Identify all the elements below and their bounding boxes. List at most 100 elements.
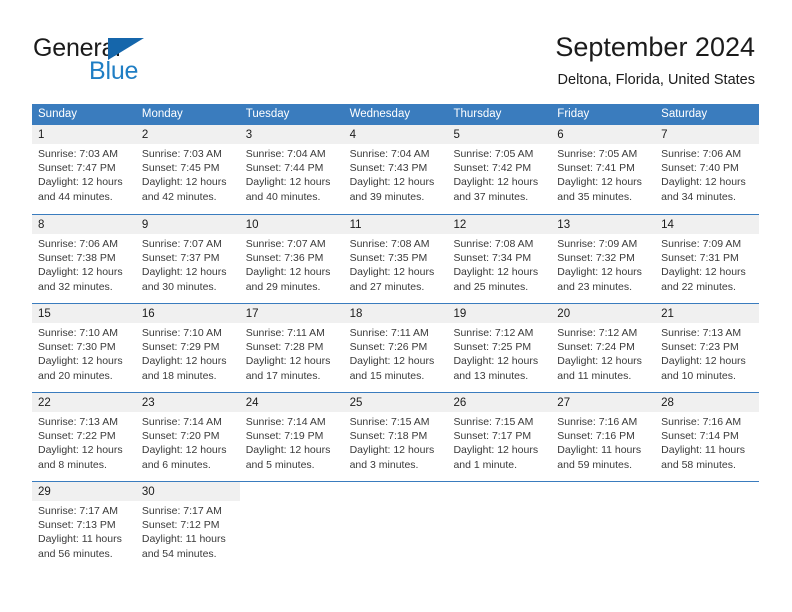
daylight-text-line2: and 39 minutes. [349, 190, 425, 203]
sunset-text: Sunset: 7:25 PM [453, 341, 532, 354]
day-cell[interactable]: 9 Sunrise: 7:07 AM Sunset: 7:37 PM Dayli… [135, 215, 240, 303]
daylight-text-line1: Daylight: 12 hours [38, 176, 123, 189]
calendar-grid: Sunday Monday Tuesday Wednesday Thursday… [32, 104, 760, 570]
day-number: 30 [141, 486, 155, 498]
sunrise-text: Sunrise: 7:06 AM [661, 148, 742, 160]
calendar-page: General Blue September 2024 Deltona, Flo… [0, 0, 792, 612]
daylight-text-line2: and 11 minutes. [557, 369, 632, 382]
day-number: 3 [245, 129, 253, 141]
sunrise-text: Sunrise: 7:15 AM [349, 416, 430, 428]
day-cell[interactable]: 1 Sunrise: 7:03 AM Sunset: 7:47 PM Dayli… [32, 125, 136, 214]
day-cell[interactable]: 29 Sunrise: 7:17 AM Sunset: 7:13 PM Dayl… [32, 482, 136, 570]
location-subtitle: Deltona, Florida, United States [557, 72, 755, 88]
day-info: Sunrise: 7:12 AM Sunset: 7:24 PM Dayligh… [551, 323, 655, 383]
day-number-band: 3 [239, 125, 344, 144]
day-cell[interactable]: 6 Sunrise: 7:05 AM Sunset: 7:41 PM Dayli… [551, 125, 656, 214]
sunset-text: Sunset: 7:41 PM [557, 162, 635, 175]
daylight-text-line1: Daylight: 12 hours [453, 355, 539, 368]
day-number-band [447, 482, 552, 501]
day-number-band: 25 [343, 393, 448, 412]
day-number-band: 30 [135, 482, 240, 501]
sunset-text: Sunset: 7:12 PM [141, 519, 220, 532]
daylight-text-line2: and 40 minutes. [245, 190, 321, 203]
week-row: 1 Sunrise: 7:03 AM Sunset: 7:47 PM Dayli… [32, 125, 760, 214]
daylight-text-line2: and 1 minute. [453, 458, 518, 471]
daylight-text-line1: Daylight: 11 hours [661, 444, 746, 457]
weekday-header-row: Sunday Monday Tuesday Wednesday Thursday… [32, 104, 759, 125]
day-number: 4 [349, 129, 356, 141]
day-cell[interactable]: 24 Sunrise: 7:14 AM Sunset: 7:19 PM Dayl… [239, 393, 344, 481]
day-cell[interactable]: 3 Sunrise: 7:04 AM Sunset: 7:44 PM Dayli… [239, 125, 344, 214]
day-cell[interactable]: 30 Sunrise: 7:17 AM Sunset: 7:12 PM Dayl… [135, 482, 240, 570]
day-cell[interactable]: 7 Sunrise: 7:06 AM Sunset: 7:40 PM Dayli… [655, 125, 760, 214]
sunset-text: Sunset: 7:43 PM [349, 162, 428, 175]
day-info: Sunrise: 7:10 AM Sunset: 7:30 PM Dayligh… [32, 323, 136, 383]
daylight-text-line2: and 15 minutes. [349, 369, 425, 382]
day-info: Sunrise: 7:13 AM Sunset: 7:23 PM Dayligh… [655, 323, 759, 383]
day-cell[interactable]: 13 Sunrise: 7:09 AM Sunset: 7:32 PM Dayl… [551, 215, 656, 303]
daylight-text-line1: Daylight: 12 hours [38, 355, 123, 368]
day-number-band: 21 [655, 304, 760, 323]
day-cell[interactable]: 27 Sunrise: 7:16 AM Sunset: 7:16 PM Dayl… [551, 393, 656, 481]
day-number-band: 24 [239, 393, 344, 412]
day-cell[interactable]: 22 Sunrise: 7:13 AM Sunset: 7:22 PM Dayl… [32, 393, 136, 481]
day-cell[interactable]: 17 Sunrise: 7:11 AM Sunset: 7:28 PM Dayl… [239, 304, 344, 392]
day-cell[interactable]: 28 Sunrise: 7:16 AM Sunset: 7:14 PM Dayl… [655, 393, 760, 481]
week-row: 29 Sunrise: 7:17 AM Sunset: 7:13 PM Dayl… [32, 481, 760, 570]
day-number-band: 14 [655, 215, 760, 234]
day-cell[interactable]: 23 Sunrise: 7:14 AM Sunset: 7:20 PM Dayl… [135, 393, 240, 481]
day-cell[interactable]: 18 Sunrise: 7:11 AM Sunset: 7:26 PM Dayl… [343, 304, 448, 392]
day-number-band: 15 [32, 304, 136, 323]
daylight-text-line2: and 35 minutes. [557, 190, 633, 203]
sunset-text: Sunset: 7:44 PM [245, 162, 324, 175]
day-number-band: 22 [32, 393, 136, 412]
day-cell[interactable]: 16 Sunrise: 7:10 AM Sunset: 7:29 PM Dayl… [135, 304, 240, 392]
sunrise-text: Sunrise: 7:04 AM [245, 148, 326, 160]
day-cell-empty [343, 482, 448, 570]
daylight-text-line1: Daylight: 12 hours [453, 444, 539, 457]
day-cell[interactable]: 8 Sunrise: 7:06 AM Sunset: 7:38 PM Dayli… [32, 215, 136, 303]
page-header: General Blue September 2024 Deltona, Flo… [0, 0, 792, 100]
weekday-header-thursday: Thursday [453, 108, 502, 120]
day-cell[interactable]: 5 Sunrise: 7:05 AM Sunset: 7:42 PM Dayli… [447, 125, 552, 214]
daylight-text-line2: and 13 minutes. [453, 369, 529, 382]
sunrise-text: Sunrise: 7:13 AM [661, 327, 742, 339]
day-info: Sunrise: 7:11 AM Sunset: 7:26 PM Dayligh… [344, 323, 448, 383]
day-number-band: 20 [551, 304, 656, 323]
day-cell[interactable]: 25 Sunrise: 7:15 AM Sunset: 7:18 PM Dayl… [343, 393, 448, 481]
day-info: Sunrise: 7:14 AM Sunset: 7:19 PM Dayligh… [240, 412, 344, 472]
day-info: Sunrise: 7:14 AM Sunset: 7:20 PM Dayligh… [136, 412, 240, 472]
day-cell[interactable]: 10 Sunrise: 7:07 AM Sunset: 7:36 PM Dayl… [239, 215, 344, 303]
day-cell[interactable]: 14 Sunrise: 7:09 AM Sunset: 7:31 PM Dayl… [655, 215, 760, 303]
day-cell[interactable]: 4 Sunrise: 7:04 AM Sunset: 7:43 PM Dayli… [343, 125, 448, 214]
day-info: Sunrise: 7:04 AM Sunset: 7:44 PM Dayligh… [240, 144, 344, 204]
sunrise-text: Sunrise: 7:14 AM [245, 416, 326, 428]
day-cell[interactable]: 26 Sunrise: 7:15 AM Sunset: 7:17 PM Dayl… [447, 393, 552, 481]
day-cell[interactable]: 21 Sunrise: 7:13 AM Sunset: 7:23 PM Dayl… [655, 304, 760, 392]
day-info: Sunrise: 7:15 AM Sunset: 7:17 PM Dayligh… [447, 412, 551, 472]
day-cell[interactable]: 2 Sunrise: 7:03 AM Sunset: 7:45 PM Dayli… [135, 125, 240, 214]
daylight-text-line2: and 44 minutes. [38, 190, 113, 203]
sunset-text: Sunset: 7:29 PM [141, 341, 220, 354]
sunset-text: Sunset: 7:19 PM [245, 430, 324, 443]
sunset-text: Sunset: 7:30 PM [38, 341, 116, 354]
day-number-band: 1 [32, 125, 136, 144]
day-number: 8 [38, 219, 45, 231]
weekday-header-sunday: Sunday [38, 108, 78, 120]
day-cell[interactable]: 12 Sunrise: 7:08 AM Sunset: 7:34 PM Dayl… [447, 215, 552, 303]
day-number-band [343, 482, 448, 501]
sunset-text: Sunset: 7:40 PM [661, 162, 739, 175]
day-cell[interactable]: 20 Sunrise: 7:12 AM Sunset: 7:24 PM Dayl… [551, 304, 656, 392]
day-info: Sunrise: 7:03 AM Sunset: 7:45 PM Dayligh… [136, 144, 240, 204]
brand-logo[interactable]: General Blue [33, 34, 233, 86]
day-number: 13 [557, 219, 571, 231]
day-cell[interactable]: 19 Sunrise: 7:12 AM Sunset: 7:25 PM Dayl… [447, 304, 552, 392]
day-number-band: 18 [343, 304, 448, 323]
day-number: 16 [141, 308, 155, 320]
day-info: Sunrise: 7:16 AM Sunset: 7:16 PM Dayligh… [551, 412, 655, 472]
sunset-text: Sunset: 7:47 PM [38, 162, 116, 175]
daylight-text-line2: and 20 minutes. [38, 369, 113, 382]
day-cell[interactable]: 11 Sunrise: 7:08 AM Sunset: 7:35 PM Dayl… [343, 215, 448, 303]
day-cell[interactable]: 15 Sunrise: 7:10 AM Sunset: 7:30 PM Dayl… [32, 304, 136, 392]
sunrise-text: Sunrise: 7:09 AM [557, 238, 638, 250]
